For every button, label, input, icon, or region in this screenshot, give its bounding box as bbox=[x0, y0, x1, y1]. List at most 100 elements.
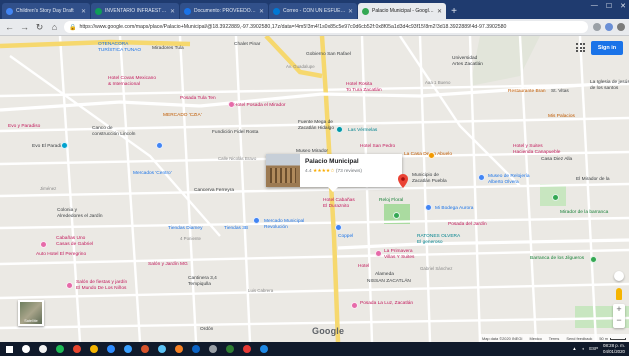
map-place-label[interactable]: Gobierno San Rafael bbox=[306, 52, 351, 58]
map-place-label[interactable]: Hotel Rosita To Tura Zacatlán bbox=[346, 82, 382, 93]
map-place-label[interactable]: Hotel Covas Mexicano & Internacional bbox=[108, 76, 156, 87]
map-place-label[interactable]: Reloj Floral bbox=[379, 198, 403, 204]
map-place-label[interactable]: Canco de construcción Lincoln bbox=[92, 126, 135, 137]
map-place-label[interactable]: El Mirador de la bbox=[576, 177, 610, 183]
map-place-label[interactable]: Mirador de la barranca bbox=[560, 210, 608, 216]
map-place-label[interactable]: Alameda bbox=[375, 272, 394, 278]
map-place-label[interactable]: Ordón bbox=[200, 327, 213, 333]
map-place-label[interactable]: Fuente Mega de Zacatlán Hidalgo bbox=[298, 120, 334, 131]
map-place-label[interactable]: Miradores Tula bbox=[152, 46, 184, 52]
map-place-label[interactable]: Posada La Luz, Zacatlán bbox=[360, 301, 413, 307]
taskbar-app-14[interactable] bbox=[241, 343, 253, 355]
map-place-label[interactable]: La Iglesia de jesús de los santos bbox=[590, 80, 629, 91]
map-place-label[interactable]: Restaurante Bran bbox=[508, 89, 546, 95]
map-place-label[interactable]: Hotel San Pedro bbox=[360, 144, 395, 150]
map-place-label[interactable]: RATONES OLVERA El generoso bbox=[417, 234, 460, 245]
browser-tab[interactable]: Correo - CON UN ESFUERZO...✕ bbox=[269, 3, 357, 19]
map-place-label[interactable]: La Primavera Villas Y Suites bbox=[384, 249, 414, 260]
map-place-label[interactable]: Hotel Cabañas El Duraznito bbox=[323, 198, 355, 209]
extension-icon[interactable] bbox=[605, 23, 613, 31]
place-pin-primavera[interactable] bbox=[375, 250, 382, 257]
country-link[interactable]: Mexico bbox=[529, 336, 541, 341]
browser-tab[interactable]: INVENTARIO INFRAESTRUCTURA✕ bbox=[91, 3, 179, 19]
volume-icon[interactable]: ◖ bbox=[582, 346, 585, 351]
review-count[interactable]: (73 reviews) bbox=[336, 169, 362, 174]
map-place-label[interactable]: Posada del Jardín bbox=[448, 222, 487, 228]
street-view-pegman-icon[interactable] bbox=[616, 288, 622, 300]
star-icon[interactable] bbox=[593, 23, 601, 31]
map-place-label[interactable]: Tiendas 3B bbox=[224, 226, 248, 232]
tab-close-icon[interactable]: ✕ bbox=[437, 8, 442, 15]
start-button[interactable] bbox=[3, 343, 15, 355]
close-window-button[interactable]: ✕ bbox=[620, 2, 626, 10]
map-place-label[interactable]: NISSAN ZACATLÁN bbox=[367, 279, 411, 285]
place-pin-mercado[interactable] bbox=[253, 217, 260, 224]
map-place-label[interactable]: Posada Tula Ten bbox=[180, 96, 216, 102]
reload-button[interactable]: ↻ bbox=[34, 22, 45, 33]
minimize-button[interactable]: — bbox=[591, 2, 598, 10]
place-pin-vermelas[interactable] bbox=[336, 126, 343, 133]
taskbar-app-9[interactable] bbox=[156, 343, 168, 355]
place-pin-mirador-barranca[interactable] bbox=[552, 194, 559, 201]
map-place-label[interactable]: Mis Palacios bbox=[548, 114, 575, 120]
tab-close-icon[interactable]: ✕ bbox=[170, 8, 175, 15]
map-place-label[interactable]: Hotel Posada el Mirador bbox=[234, 103, 285, 109]
sign-in-button[interactable]: Sign in bbox=[591, 41, 623, 55]
taskbar-app-10[interactable] bbox=[173, 343, 185, 355]
place-pin-coppel[interactable] bbox=[335, 224, 342, 231]
maximize-button[interactable]: ☐ bbox=[606, 2, 612, 10]
map-place-label[interactable]: Tiendas Diamey bbox=[168, 226, 202, 232]
browser-tab[interactable]: Palacio Municipal - Google Maps✕ bbox=[358, 3, 446, 19]
taskbar-app-15[interactable] bbox=[258, 343, 270, 355]
map-place-label[interactable]: Coppel bbox=[338, 234, 353, 240]
taskbar-app-8[interactable] bbox=[139, 343, 151, 355]
taskbar-app-6[interactable] bbox=[105, 343, 117, 355]
network-icon[interactable]: ▲ bbox=[572, 346, 576, 351]
place-pin-bodega-aurora[interactable] bbox=[425, 204, 432, 211]
place-pin-salon-fiestas[interactable] bbox=[66, 282, 73, 289]
map-place-label[interactable]: St. Vitas bbox=[551, 89, 569, 95]
taskbar-app-4[interactable] bbox=[71, 343, 83, 355]
taskbar-app-1[interactable] bbox=[20, 343, 32, 355]
place-pin-reloj-floral[interactable] bbox=[393, 212, 400, 219]
taskbar-app-12[interactable] bbox=[207, 343, 219, 355]
map-scale[interactable]: 50 m bbox=[599, 336, 626, 341]
home-button[interactable]: ⌂ bbox=[49, 22, 60, 33]
map-place-label[interactable]: Casa Diez Alla bbox=[541, 157, 572, 163]
map-place-label[interactable]: Salón de fiestas y jardín El Mundo De Lo… bbox=[76, 280, 127, 291]
map-place-label[interactable]: Evo y Paradiso bbox=[8, 124, 40, 130]
map-place-label[interactable]: Colonia y Alrededores el Jardín bbox=[57, 208, 103, 219]
place-pin-posada-luz[interactable] bbox=[351, 302, 358, 309]
map-place-label[interactable]: Chalet Pinar bbox=[234, 42, 260, 48]
map-place-label[interactable]: Salón y Jardín MG bbox=[148, 262, 188, 268]
map-place-label[interactable]: Hotel y Suites Hacienda Canapueble bbox=[513, 144, 560, 155]
place-info-card[interactable]: Palacio Municipal 4.4 ★★★★☆ (73 reviews) bbox=[266, 154, 402, 192]
map-place-label[interactable]: Cancerva Ferreyra bbox=[194, 188, 234, 194]
forward-button[interactable]: → bbox=[19, 22, 30, 33]
zoom-in-button[interactable]: + bbox=[613, 304, 625, 315]
map-place-label[interactable]: Auto Hotel El Peregrino bbox=[36, 252, 86, 258]
map-place-label[interactable]: Mercados 'Centro' bbox=[133, 171, 172, 177]
satellite-layer-toggle[interactable]: Satellite bbox=[18, 300, 44, 326]
place-pin-evo-paradise[interactable] bbox=[61, 142, 68, 149]
clock[interactable]: 08:28 p. m. 04/01/2020 bbox=[603, 343, 625, 354]
taskbar-app-5[interactable] bbox=[88, 343, 100, 355]
terms-link[interactable]: Terms bbox=[549, 336, 560, 341]
profile-icon[interactable] bbox=[617, 23, 625, 31]
map-place-label[interactable]: Mi Bodega Aurora bbox=[435, 206, 473, 212]
map-place-label[interactable]: MERCADO 'CZIA' bbox=[163, 113, 202, 119]
map-place-label[interactable]: Fundición Fidel Rosta bbox=[212, 130, 258, 136]
place-pin-casa-abuelo[interactable] bbox=[428, 152, 435, 159]
map-place-label[interactable]: OTENACORA TURÍSTICA TUNAO bbox=[98, 42, 141, 53]
taskbar-app-7[interactable] bbox=[122, 343, 134, 355]
place-pin-canco[interactable] bbox=[156, 142, 163, 149]
place-pin-jilgueros[interactable] bbox=[590, 256, 597, 263]
send-feedback-link[interactable]: Send feedback bbox=[566, 336, 592, 341]
map-place-label[interactable]: Las Vérmelas bbox=[348, 128, 377, 134]
map-place-label[interactable]: Barranca de los Jilgueros bbox=[530, 256, 584, 262]
browser-tab[interactable]: Children's Story Day Draft ✕ bbox=[2, 3, 90, 19]
tab-close-icon[interactable]: ✕ bbox=[348, 8, 353, 15]
map-place-label[interactable]: Mercado Municipal Revolución bbox=[264, 219, 304, 230]
map-place-label[interactable]: Cabañas Uno Casas de Gabriel bbox=[56, 236, 93, 247]
new-tab-button[interactable]: + bbox=[447, 3, 461, 19]
